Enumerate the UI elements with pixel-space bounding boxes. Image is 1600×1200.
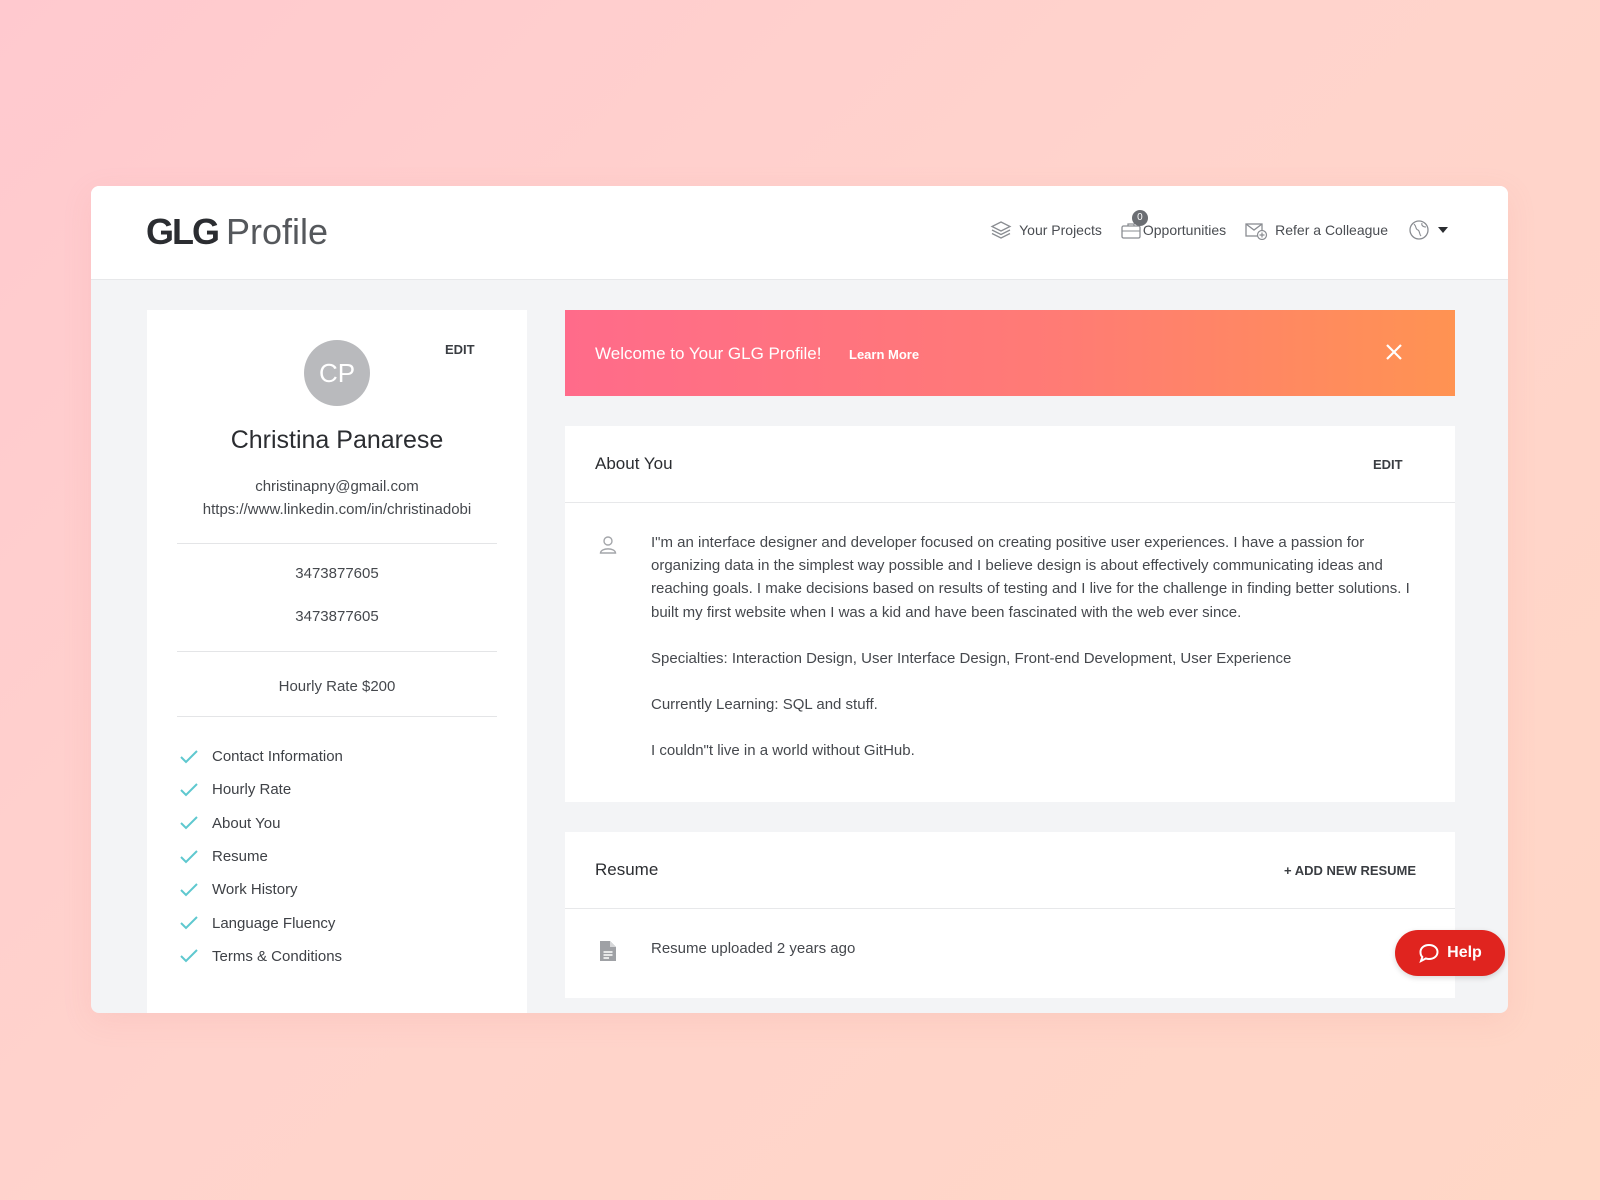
- resume-title: Resume: [595, 860, 659, 879]
- chat-bubble-icon: [1419, 943, 1439, 963]
- opportunities-count-badge: 0: [1131, 210, 1148, 226]
- checklist-item-label: About You: [212, 814, 281, 832]
- nav-opportunities-label: Opportunities: [1142, 222, 1227, 238]
- top-navigation-bar: GLG Profile Your Projects 0 Opportunitie…: [91, 186, 1508, 280]
- about-you-title: About You: [595, 454, 673, 473]
- divider: [177, 716, 497, 717]
- about-paragraph: I"m an interface designer and developer …: [651, 534, 1410, 621]
- profile-linkedin-link[interactable]: https://www.linkedin.com/in/christinadob…: [147, 501, 527, 518]
- profile-phone-primary: 3473877605: [295, 565, 379, 582]
- profile-sidebar: CP EDIT Christina Panarese christinapny@…: [147, 310, 527, 1013]
- checklist-item-label: Resume: [212, 848, 268, 866]
- learn-more-link[interactable]: Learn More: [849, 347, 919, 362]
- checklist-item-label: Terms & Conditions: [212, 947, 343, 965]
- about-edit-button[interactable]: EDIT: [1373, 457, 1403, 472]
- checklist-item: About You: [179, 807, 343, 840]
- divider: [177, 651, 497, 652]
- profile-hourly-rate: Hourly Rate $200: [278, 678, 396, 695]
- document-icon: [600, 941, 616, 961]
- profile-edit-button[interactable]: EDIT: [445, 342, 475, 357]
- chevron-down-icon: [1438, 227, 1448, 233]
- nav-your-projects[interactable]: Your Projects: [990, 220, 1102, 240]
- welcome-banner: Welcome to Your GLG Profile! Learn More: [565, 310, 1455, 396]
- nav-your-projects-label: Your Projects: [1019, 222, 1102, 238]
- help-button[interactable]: Help: [1395, 930, 1505, 976]
- about-text: I"m an interface designer and developer …: [651, 531, 1421, 785]
- welcome-banner-text: Welcome to Your GLG Profile!: [595, 344, 822, 363]
- nav-refer-colleague-label: Refer a Colleague: [1275, 222, 1388, 238]
- brand-light-text: Profile: [226, 211, 329, 252]
- checklist-item: Language Fluency: [179, 906, 343, 939]
- about-paragraph: Currently Learning: SQL and stuff.: [651, 696, 878, 714]
- nav-opportunities[interactable]: 0 Opportunities: [1120, 210, 1227, 240]
- language-menu[interactable]: [1408, 219, 1448, 241]
- avatar: CP: [304, 340, 370, 406]
- checkmark-icon: [180, 916, 198, 930]
- add-new-resume-button[interactable]: + ADD NEW RESUME: [1284, 863, 1416, 878]
- about-paragraph: I couldn"t live in a world without GitHu…: [651, 742, 915, 760]
- resume-header: Resume + ADD NEW RESUME: [565, 832, 1455, 909]
- profile-phone-secondary: 3473877605: [295, 608, 379, 625]
- envelope-plus-icon: [1245, 223, 1268, 240]
- checklist-item: Resume: [179, 840, 343, 873]
- checklist-item-label: Work History: [212, 881, 298, 899]
- profile-email: christinapny@gmail.com: [255, 478, 419, 495]
- resume-card: Resume + ADD NEW RESUME Resume uploaded …: [565, 832, 1455, 998]
- checklist-item-label: Contact Information: [212, 748, 343, 766]
- checkmark-icon: [180, 783, 198, 797]
- checklist-item: Terms & Conditions: [179, 940, 343, 973]
- checkmark-icon: [180, 883, 198, 897]
- checkmark-icon: [180, 816, 198, 830]
- globe-icon: [1409, 220, 1429, 240]
- checkmark-icon: [180, 849, 198, 863]
- help-button-label: Help: [1447, 944, 1482, 961]
- checkmark-icon: [180, 749, 198, 764]
- about-you-header: About You EDIT: [565, 426, 1455, 503]
- resume-uploaded-text: Resume uploaded 2 years ago: [651, 940, 856, 957]
- checklist-item-label: Hourly Rate: [212, 781, 292, 799]
- brand-bold-text: GLG: [146, 211, 220, 252]
- top-nav: Your Projects 0 Opportunities Refer a Co…: [972, 210, 1448, 250]
- brand-logo[interactable]: GLG Profile: [146, 210, 328, 254]
- person-icon: [599, 536, 617, 554]
- about-you-card: About You EDIT I"m an interface designer…: [565, 426, 1455, 802]
- checklist-item: Hourly Rate: [179, 773, 343, 806]
- profile-name: Christina Panarese: [230, 426, 444, 454]
- checklist-item-label: Language Fluency: [212, 914, 336, 932]
- close-icon[interactable]: [1385, 343, 1403, 361]
- divider: [177, 543, 497, 544]
- checklist-item: Contact Information: [179, 740, 343, 773]
- checkmark-icon: [180, 949, 198, 963]
- about-paragraph: Specialties: Interaction Design, User In…: [651, 649, 1292, 667]
- checklist-item: Work History: [179, 873, 343, 906]
- profile-window: GLG Profile Your Projects 0 Opportunitie…: [91, 186, 1508, 1013]
- layers-icon: [990, 221, 1012, 239]
- profile-completion-checklist: Contact Information Hourly Rate About Yo…: [179, 740, 343, 973]
- nav-refer-colleague[interactable]: Refer a Colleague: [1244, 220, 1388, 240]
